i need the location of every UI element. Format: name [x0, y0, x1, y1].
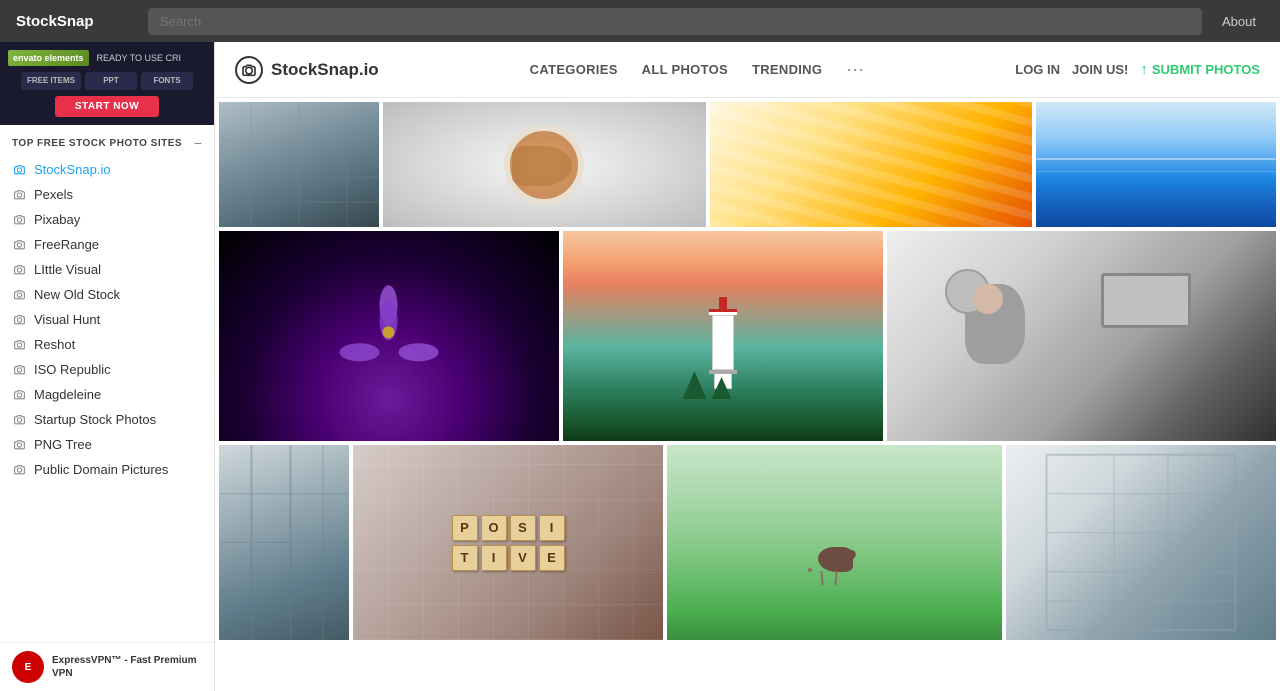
sidebar-item-label-little-visual: LIttle Visual — [34, 262, 101, 277]
main-content: StockSnap.io CATEGORIES ALL PHOTOS TREND… — [215, 42, 1280, 691]
photo-row-1 — [219, 102, 1276, 227]
submit-photos-button[interactable]: ↑ SUBMIT PHOTOS — [1140, 61, 1260, 78]
camera-icon-iso — [12, 363, 26, 377]
camera-icon-freerange — [12, 238, 26, 252]
sidebar-item-label-pixabay: Pixabay — [34, 212, 80, 227]
stocksnap-logo-text: StockSnap.io — [271, 60, 379, 80]
sidebar-item-label-visual-hunt: Visual Hunt — [34, 312, 100, 327]
photo-row-3: P O S I T I V E — [219, 445, 1276, 640]
join-button[interactable]: JOIN US! — [1072, 62, 1128, 77]
sidebar-item-label-magdeleine: Magdeleine — [34, 387, 101, 402]
sidebar-item-magdeleine[interactable]: Magdeleine — [0, 382, 214, 407]
sidebar-item-label-iso: ISO Republic — [34, 362, 111, 377]
sidebar-section-title: TOP FREE STOCK PHOTO SITES — [12, 138, 182, 149]
sidebar-item-pexels[interactable]: Pexels — [0, 182, 214, 207]
photo-man-laptop[interactable] — [887, 231, 1276, 441]
start-now-button[interactable]: START NOW — [55, 96, 159, 117]
stocksnap-logo-icon — [235, 56, 263, 84]
sidebar-item-stocksnap[interactable]: StockSnap.io — [0, 157, 214, 182]
camera-icon-public-domain — [12, 463, 26, 477]
photo-building2[interactable] — [219, 445, 349, 640]
ad-tagline: READY TO USE CRI — [97, 53, 182, 63]
sidebar: envato elements READY TO USE CRI FREE IT… — [0, 42, 215, 691]
ad-banner: envato elements READY TO USE CRI FREE IT… — [0, 42, 214, 125]
nav-categories[interactable]: CATEGORIES — [530, 62, 618, 77]
photo-row-2 — [219, 231, 1276, 441]
sidebar-item-iso-republic[interactable]: ISO Republic — [0, 357, 214, 382]
sidebar-item-public-domain[interactable]: Public Domain Pictures — [0, 457, 214, 482]
ad-item-free[interactable]: FREE ITEMS — [21, 72, 81, 90]
sidebar-item-visual-hunt[interactable]: Visual Hunt — [0, 307, 214, 332]
sidebar-item-new-old-stock[interactable]: New Old Stock — [0, 282, 214, 307]
photo-flower[interactable] — [219, 231, 559, 441]
camera-icon-visual-hunt — [12, 313, 26, 327]
browser-about-link[interactable]: About — [1214, 10, 1264, 33]
stocksnap-header: StockSnap.io CATEGORIES ALL PHOTOS TREND… — [215, 42, 1280, 98]
photo-lighthouse[interactable] — [563, 231, 883, 441]
express-vpn-text: ExpressVPN™ - Fast Premium VPN — [52, 654, 203, 680]
sidebar-bottom-ad[interactable]: E ExpressVPN™ - Fast Premium VPN — [0, 642, 215, 691]
sidebar-item-label-stocksnap: StockSnap.io — [34, 162, 111, 177]
sidebar-item-freerange[interactable]: FreeRange — [0, 232, 214, 257]
stocksnap-logo[interactable]: StockSnap.io — [235, 56, 379, 84]
photo-scrabble[interactable]: P O S I T I V E — [353, 445, 663, 640]
photo-ocean[interactable] — [1036, 102, 1276, 227]
ad-item-ppt[interactable]: PPT — [85, 72, 137, 90]
sidebar-collapse-button[interactable]: − — [194, 135, 202, 151]
photo-food[interactable] — [383, 102, 706, 227]
submit-icon: ↑ — [1140, 61, 1148, 78]
nav-more-button[interactable]: ··· — [846, 59, 864, 80]
sidebar-section-header: TOP FREE STOCK PHOTO SITES − — [0, 125, 214, 157]
sidebar-item-pixabay[interactable]: Pixabay — [0, 207, 214, 232]
camera-icon-magdeleine — [12, 388, 26, 402]
photo-grid-container: P O S I T I V E — [215, 98, 1280, 640]
photo-pencils[interactable] — [710, 102, 1033, 227]
sidebar-item-reshot[interactable]: Reshot — [0, 332, 214, 357]
sidebar-item-png-tree[interactable]: PNG Tree — [0, 432, 214, 457]
photo-building3[interactable] — [1006, 445, 1276, 640]
camera-icon — [12, 163, 26, 177]
header-nav-right: LOG IN JOIN US! ↑ SUBMIT PHOTOS — [1015, 61, 1260, 78]
camera-icon-pexels — [12, 188, 26, 202]
sidebar-item-little-visual[interactable]: LIttle Visual — [0, 257, 214, 282]
camera-icon-startup — [12, 413, 26, 427]
express-vpn-icon: E — [12, 651, 44, 683]
photo-bird[interactable] — [667, 445, 1002, 640]
sidebar-item-label-pexels: Pexels — [34, 187, 73, 202]
browser-bar: StockSnap About — [0, 0, 1280, 42]
nav-all-photos[interactable]: ALL PHOTOS — [642, 62, 728, 77]
login-button[interactable]: LOG IN — [1015, 62, 1060, 77]
sidebar-item-label-new-old-stock: New Old Stock — [34, 287, 120, 302]
browser-title: StockSnap — [16, 13, 136, 30]
sidebar-item-label-startup: Startup Stock Photos — [34, 412, 156, 427]
sidebar-item-label-freerange: FreeRange — [34, 237, 99, 252]
camera-icon-new-old-stock — [12, 288, 26, 302]
sidebar-item-label-reshot: Reshot — [34, 337, 75, 352]
nav-trending[interactable]: TRENDING — [752, 62, 822, 77]
sidebar-item-label-png-tree: PNG Tree — [34, 437, 92, 452]
camera-icon-pixabay — [12, 213, 26, 227]
browser-search-input[interactable] — [148, 8, 1202, 35]
camera-icon-png-tree — [12, 438, 26, 452]
envato-logo: envato elements — [8, 50, 89, 66]
photo-building1[interactable] — [219, 102, 379, 227]
ad-item-fonts[interactable]: FONTS — [141, 72, 193, 90]
sidebar-item-label-public-domain: Public Domain Pictures — [34, 462, 168, 477]
sidebar-item-startup-stock[interactable]: Startup Stock Photos — [0, 407, 214, 432]
submit-label: SUBMIT PHOTOS — [1152, 62, 1260, 77]
header-nav: CATEGORIES ALL PHOTOS TRENDING ··· — [530, 59, 865, 80]
camera-icon-little-visual — [12, 263, 26, 277]
camera-icon-reshot — [12, 338, 26, 352]
